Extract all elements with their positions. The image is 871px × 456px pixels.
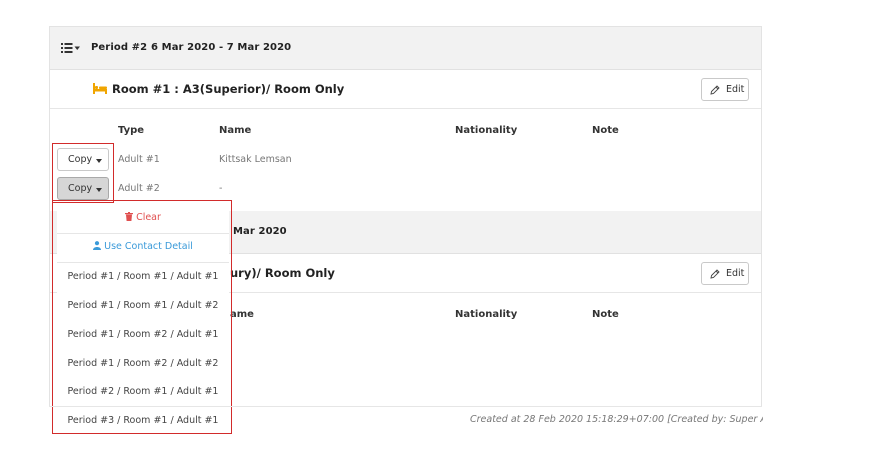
list-icon[interactable]: [61, 42, 81, 54]
column-type: Type: [118, 125, 145, 136]
guest-name: Kittsak Lemsan: [219, 154, 292, 165]
pencil-icon: [710, 269, 720, 279]
edit-button-label: Edit: [726, 84, 745, 95]
bed-icon: [93, 83, 107, 94]
column-note: Note: [592, 125, 619, 136]
edit-room-button[interactable]: Edit: [701, 78, 749, 101]
created-info: Created at 28 Feb 2020 15:18:29+07:00 [C…: [470, 414, 763, 425]
period-label: Period #2: [91, 42, 148, 53]
pencil-icon: [710, 85, 720, 95]
column-name: Name: [219, 125, 252, 136]
column-nationality: Nationality: [455, 309, 518, 320]
guest-type: Adult #1: [118, 154, 160, 165]
highlight-box: [52, 143, 114, 203]
period-dates: 6 Mar 2020 - 7 Mar 2020: [151, 42, 292, 53]
period-dates: Mar 2020: [233, 226, 287, 237]
footer-divider: [49, 406, 762, 407]
guest-type: Adult #2: [118, 183, 160, 194]
highlight-box: [52, 200, 232, 434]
room-title: Room #1 : A3(Superior)/ Room Only: [112, 82, 345, 96]
period-header[interactable]: Period #2 6 Mar 2020 - 7 Mar 2020: [50, 27, 761, 70]
room-row: Room #1 : A3(Superior)/ Room Only Edit: [50, 70, 761, 109]
room-title: ury)/ Room Only: [230, 266, 335, 280]
edit-button-label: Edit: [726, 268, 745, 279]
column-nationality: Nationality: [455, 125, 518, 136]
column-note: Note: [592, 309, 619, 320]
column-name: ame: [230, 309, 254, 320]
edit-room-button[interactable]: Edit: [701, 262, 749, 285]
guest-name: -: [219, 183, 223, 194]
